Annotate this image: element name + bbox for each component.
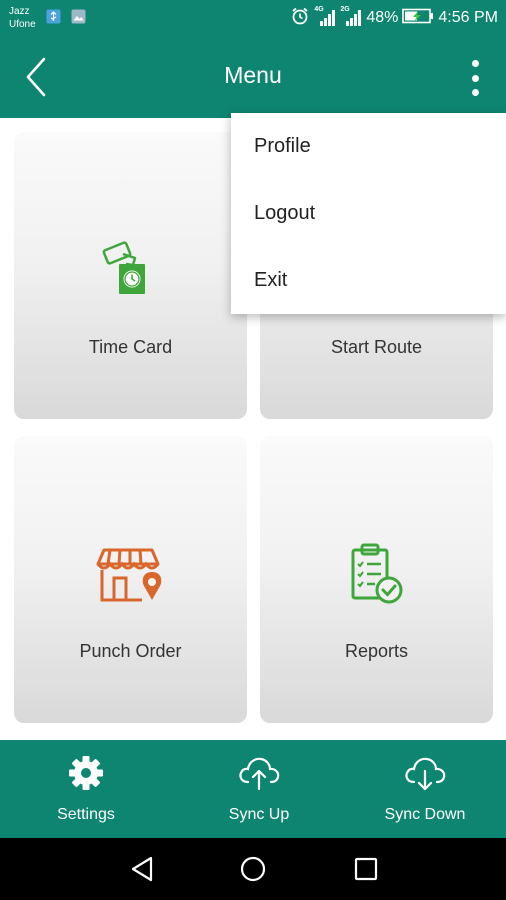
app-bar: Menu — [0, 36, 506, 118]
settings-label: Settings — [57, 806, 115, 823]
carrier-1: Jazz — [9, 6, 30, 17]
signal-strength-icon-sim1: 4G — [314, 6, 336, 27]
gear-icon — [2, 754, 170, 792]
battery-percent: 48% — [366, 9, 399, 26]
cloud-download-icon — [341, 754, 506, 792]
carrier-names: Jazz Ufone — [9, 5, 36, 31]
status-indicators: 4G 2G 48% 4:56 PM — [290, 6, 498, 30]
square-recents-icon — [354, 857, 378, 881]
menu-item-logout[interactable]: Logout — [231, 180, 506, 247]
tile-label: Punch Order — [79, 641, 182, 661]
circle-home-icon — [240, 856, 266, 882]
system-nav-bar — [0, 838, 506, 900]
overflow-menu: Profile Logout Exit — [231, 113, 506, 314]
page-title: Menu — [224, 62, 282, 88]
image-notification-icon — [71, 9, 86, 24]
tile-label: Start Route — [330, 337, 423, 357]
cloud-upload-icon — [175, 754, 343, 792]
menu-item-exit[interactable]: Exit — [231, 247, 506, 314]
nav-back-button[interactable] — [122, 850, 162, 888]
sync-down-label: Sync Down — [384, 806, 466, 823]
tile-time-card[interactable]: Time Card — [14, 132, 247, 419]
triangle-back-icon — [131, 856, 153, 882]
shop-location-icon — [14, 536, 247, 611]
sync-up-button[interactable]: Sync Up — [175, 740, 343, 838]
nav-home-button[interactable] — [233, 850, 273, 888]
more-vertical-dot — [471, 74, 479, 82]
tile-punch-order[interactable]: Punch Order — [14, 436, 247, 723]
menu-item-profile[interactable]: Profile — [231, 113, 506, 180]
network-type-2: 2G — [340, 6, 350, 13]
time-card-icon — [14, 232, 247, 307]
battery-charging-icon — [402, 8, 434, 29]
carrier-2: Ufone — [9, 19, 36, 30]
network-type-1: 4G — [314, 6, 324, 13]
more-vertical-icon — [471, 60, 479, 67]
more-vertical-dot — [471, 89, 479, 96]
overflow-menu-button[interactable] — [464, 58, 486, 98]
clipboard-check-icon — [260, 536, 493, 611]
sync-up-label: Sync Up — [228, 806, 290, 823]
tile-label: Reports — [344, 641, 409, 661]
clock-time: 4:56 PM — [438, 9, 498, 26]
nav-recents-button[interactable] — [346, 850, 386, 888]
signal-strength-icon-sim2: 2G — [340, 6, 362, 27]
tile-label: Time Card — [88, 337, 173, 357]
tile-reports[interactable]: Reports — [260, 436, 493, 723]
usb-notification-icon — [46, 9, 61, 24]
alarm-icon — [290, 6, 310, 31]
sync-down-button[interactable]: Sync Down — [341, 740, 506, 838]
status-bar: Jazz Ufone 4G 2G 48% 4:56 PM — [0, 0, 506, 36]
bottom-nav: Settings Sync Up Sync Down — [0, 740, 506, 838]
settings-button[interactable]: Settings — [2, 740, 170, 838]
